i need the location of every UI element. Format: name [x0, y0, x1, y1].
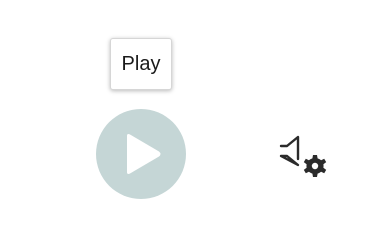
play-icon	[127, 134, 161, 174]
tooltip-text: Play	[121, 52, 161, 75]
audio-settings-button[interactable]	[278, 134, 330, 180]
play-button[interactable]	[96, 109, 186, 199]
play-tooltip: Play	[110, 38, 172, 90]
speaker-gear-icon	[279, 135, 327, 177]
